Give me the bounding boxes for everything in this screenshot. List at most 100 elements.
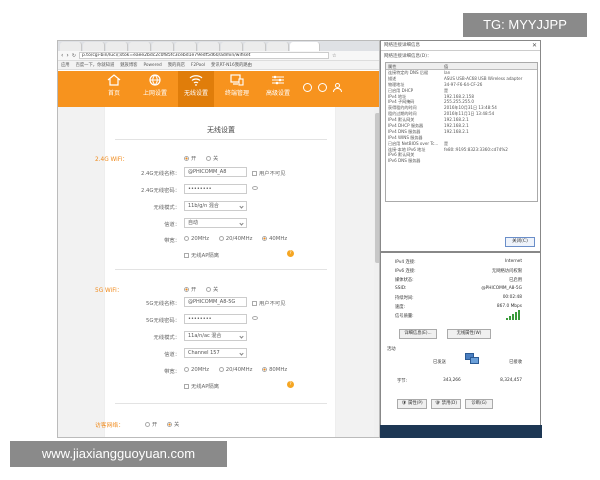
field-label: 无线模式： [153, 205, 181, 211]
close-icon[interactable]: ✕ [532, 41, 537, 51]
wifi5-off-radio[interactable]: 关 [206, 287, 218, 293]
bookmark-item[interactable]: 百度一下，你就知道 [76, 62, 115, 68]
eye-icon[interactable] [252, 186, 258, 190]
wifi24-hide-checkbox[interactable]: 用户不可见 [252, 169, 286, 177]
forward-icon[interactable]: › [66, 52, 68, 59]
bookmark-item[interactable]: 魅族博客 [120, 62, 137, 68]
status-value: @PHICOMM_A8-5G [481, 286, 522, 291]
wifi5-mode-select[interactable]: 11a/n/ac 混合 [184, 331, 247, 341]
guest-switch-row: 访客网络： 开 关 [95, 418, 337, 429]
property-name: IPv6 DNS 服务器 [388, 158, 421, 164]
reload-icon[interactable]: ↻ [72, 53, 76, 59]
wifi24-off-radio[interactable]: 关 [206, 156, 218, 162]
browser-tab[interactable] [267, 42, 289, 51]
nav-wireless[interactable]: 无线设置 [178, 71, 214, 107]
nav-home[interactable]: 首页 [96, 74, 132, 97]
browser-tab[interactable] [83, 42, 105, 51]
nav-advanced[interactable]: 高级设置 [260, 74, 296, 97]
wifi24-ssid-row: 2.4G无线名称： @PHICOMM_A8 用户不可见 [105, 167, 337, 178]
details-row[interactable]: IPv6 DNS 服务器 [386, 158, 537, 164]
wifi5-on-radio[interactable]: 开 [184, 287, 196, 293]
page-title: 无线设置 [207, 126, 235, 134]
wifi5-password-row: 5G无线密码： •••••••• [105, 314, 337, 325]
update-icon[interactable] [318, 83, 327, 92]
details-button[interactable]: 详细信息(E)... [399, 329, 437, 339]
nav-label: 高级设置 [265, 90, 290, 97]
browser-tab[interactable] [106, 42, 128, 51]
divider [115, 269, 327, 270]
user-icon[interactable] [333, 83, 342, 92]
devices-icon [230, 74, 244, 86]
guest-on-radio[interactable]: 开 [145, 422, 157, 428]
wifi5-hide-checkbox[interactable]: 用户不可见 [252, 299, 286, 307]
bookmarks-bar: 应用 百度一下，你就知道 魅族博客 Powered 我的商店 F2Pool 斐讯… [58, 61, 379, 70]
bookmark-item[interactable]: 我的商店 [168, 62, 185, 68]
address-input[interactable]: p.to/cgi-bin/luci/;stok=eaee2bdc2c0f85fc… [79, 52, 330, 59]
taskbar [380, 425, 542, 438]
star-icon[interactable]: ☆ [332, 53, 336, 59]
connection-details-dialog: 网络连接详细信息 ✕ 网络连接详细信息(D)： 属性值 连接特定的 DNS 后缀 l… [380, 40, 541, 252]
browser-tab[interactable] [221, 42, 243, 51]
dialog-title: 网络连接详细信息 ✕ [381, 41, 540, 51]
disable-button[interactable]: 🛡 禁用(D) [431, 399, 461, 409]
close-button[interactable]: 关闭(C) [505, 237, 535, 247]
bw-radio[interactable]: 20MHz [184, 367, 209, 373]
power-icon[interactable] [303, 83, 312, 92]
globe-icon [149, 74, 161, 86]
wifi5-ap-row: 无线AP隔离 ? [105, 380, 337, 391]
bookmark-item[interactable]: Powered [143, 63, 161, 68]
eye-icon[interactable] [252, 316, 258, 320]
nav-devices[interactable]: 终端管理 [219, 74, 255, 97]
browser-tab[interactable] [244, 42, 266, 51]
bw-radio[interactable]: 80MHz [262, 367, 287, 373]
status-label: 信号质量: [395, 314, 414, 319]
diagnose-button[interactable]: 诊断(G) [465, 399, 493, 409]
bw-radio[interactable]: 40MHz [262, 236, 287, 242]
browser-tab[interactable] [152, 42, 174, 51]
details-table: 属性值 连接特定的 DNS 后缀 lan 描述 ASUS USB-AC68 USB W… [385, 62, 538, 202]
activity-label: 活动 [387, 347, 396, 352]
nav-label: 上网设置 [142, 90, 167, 97]
browser-tab[interactable] [129, 42, 151, 51]
wifi5-password-input[interactable]: •••••••• [184, 314, 247, 324]
wifi5-ssid-input[interactable]: @PHICOMM_A8-5G [184, 297, 247, 307]
wifi24-ap-isolation-checkbox[interactable]: 无线AP隔离 [184, 251, 219, 259]
wifi24-ssid-input[interactable]: @PHICOMM_A8 [184, 167, 247, 177]
details-subtitle: 网络连接详细信息(D)： [384, 54, 432, 59]
nav-label: 首页 [107, 90, 120, 97]
browser-tab[interactable] [60, 42, 82, 51]
browser-window: ‹ › ↻ p.to/cgi-bin/luci/;stok=eaee2bdc2c… [57, 40, 380, 438]
status-value: 无网络访问权限 [491, 269, 522, 274]
nav-label: 终端管理 [224, 90, 249, 97]
wifi5-channel-select[interactable]: Channel 157 [184, 348, 247, 358]
nav-internet[interactable]: 上网设置 [137, 74, 173, 97]
bookmark-item[interactable]: F2Pool [191, 63, 205, 68]
status-value: Internet [504, 259, 522, 264]
browser-tab[interactable] [198, 42, 220, 51]
browser-tab[interactable] [175, 42, 197, 51]
wifi24-mode-select[interactable]: 11b/g/n 混合 [184, 201, 247, 211]
received-label: 已接收 [509, 360, 522, 365]
wifi5-ap-isolation-checkbox[interactable]: 无线AP隔离 [184, 382, 219, 390]
bw-radio[interactable]: 20/40MHz [218, 367, 252, 373]
bookmark-item[interactable]: 斐讯RT-N16我的路由 [211, 62, 252, 68]
properties-button[interactable]: 🛡 属性(P) [397, 399, 427, 409]
browser-tab-active[interactable] [290, 42, 320, 51]
wifi24-on-radio[interactable]: 开 [184, 156, 196, 162]
bw-radio[interactable]: 20MHz [184, 236, 209, 242]
bw-radio[interactable]: 20/40MHz [218, 236, 252, 242]
bookmark-item[interactable]: 应用 [61, 62, 70, 68]
help-icon[interactable]: ? [287, 381, 294, 388]
guest-off-radio[interactable]: 关 [167, 422, 179, 428]
wifi24-channel-select[interactable]: 自动 [184, 218, 247, 228]
help-icon[interactable]: ? [287, 250, 294, 257]
wireless-properties-button[interactable]: 无线属性(W) [447, 329, 491, 339]
status-label: IPv6 连接: [395, 269, 416, 274]
router-header: 首页 上网设置 无线设置 终端管理 高级设置 [58, 71, 379, 107]
wifi24-switch-row: 2.4G WiFi： 开 关 [95, 152, 337, 163]
back-icon[interactable]: ‹ [61, 52, 63, 59]
wifi24-password-input[interactable]: •••••••• [184, 184, 247, 194]
wifi24-mode-row: 无线模式： 11b/g/n 混合 [105, 201, 337, 212]
network-computers-icon [465, 353, 479, 365]
field-label: 带宽： [164, 369, 180, 375]
